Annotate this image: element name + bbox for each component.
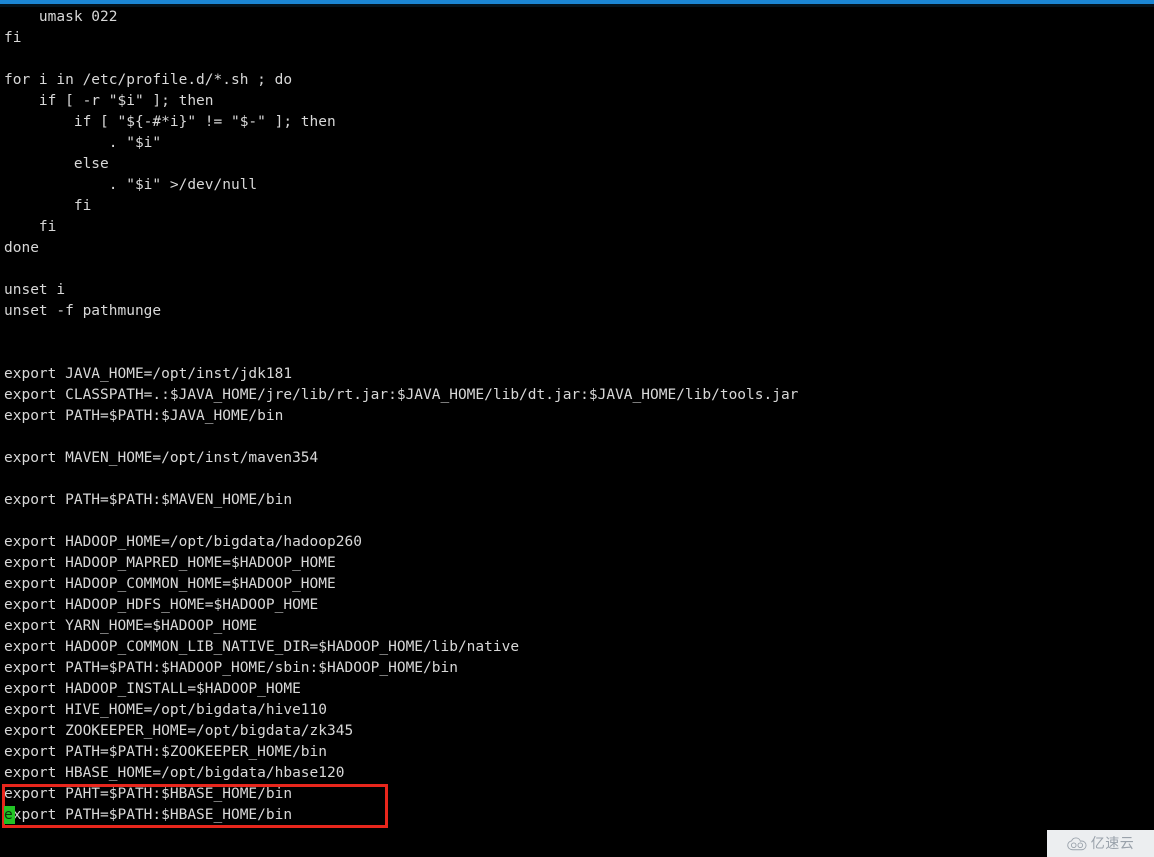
console-output: umask 022 fi for i in /etc/profile.d/*.sh… xyxy=(4,7,1150,826)
console-line: export PAHT=$PATH:$HBASE_HOME/bin xyxy=(4,786,293,802)
console-line: export CLASSPATH=.:$JAVA_HOME/jre/lib/rt… xyxy=(4,387,799,403)
console-line: export PATH=$PATH:$HBASE_HOME/bin xyxy=(4,807,293,823)
watermark-text: 亿速云 xyxy=(1090,835,1135,852)
console-line: export HADOOP_INSTALL=$HADOOP_HOME xyxy=(4,681,301,697)
console-line: if [ "${-#*i}" != "$-" ]; then xyxy=(4,114,336,130)
console-line: unset -f pathmunge xyxy=(4,303,162,319)
cloud-icon xyxy=(1067,837,1087,850)
console-line: export PATH=$PATH:$ZOOKEEPER_HOME/bin xyxy=(4,744,328,760)
terminal-text-area[interactable]: umask 022 fi for i in /etc/profile.d/*.sh… xyxy=(0,7,1154,857)
console-line: for i in /etc/profile.d/*.sh ; do xyxy=(4,72,293,88)
console-line: export YARN_HOME=$HADOOP_HOME xyxy=(4,618,258,634)
console-line: export JAVA_HOME=/opt/inst/jdk181 xyxy=(4,366,293,382)
console-line: export HADOOP_COMMON_LIB_NATIVE_DIR=$HAD… xyxy=(4,639,520,655)
console-line: done xyxy=(4,240,39,256)
console-line: export MAVEN_HOME=/opt/inst/maven354 xyxy=(4,450,319,466)
console-line: umask 022 xyxy=(4,9,118,25)
console-line: export PATH=$PATH:$HADOOP_HOME/sbin:$HAD… xyxy=(4,660,458,676)
console-line: . "$i" xyxy=(4,135,162,151)
console-line: fi xyxy=(4,198,92,214)
console-line: fi xyxy=(4,30,22,46)
console-line: . "$i" >/dev/null xyxy=(4,177,258,193)
console-line: export HADOOP_COMMON_HOME=$HADOOP_HOME xyxy=(4,576,336,592)
console-line: export HBASE_HOME=/opt/bigdata/hbase120 xyxy=(4,765,345,781)
console-line: unset i xyxy=(4,282,66,298)
watermark: 亿速云 xyxy=(1047,830,1154,857)
text-cursor-character: e xyxy=(4,807,13,823)
console-line: export HADOOP_HDFS_HOME=$HADOOP_HOME xyxy=(4,597,319,613)
console-line: if [ -r "$i" ]; then xyxy=(4,93,214,109)
terminal-window: umask 022 fi for i in /etc/profile.d/*.sh… xyxy=(0,0,1154,857)
console-line: export HIVE_HOME=/opt/bigdata/hive110 xyxy=(4,702,328,718)
console-line: export HADOOP_MAPRED_HOME=$HADOOP_HOME xyxy=(4,555,336,571)
console-line: else xyxy=(4,156,109,172)
console-line: export PATH=$PATH:$JAVA_HOME/bin xyxy=(4,408,284,424)
console-line: export HADOOP_HOME=/opt/bigdata/hadoop26… xyxy=(4,534,362,550)
console-line: export ZOOKEEPER_HOME=/opt/bigdata/zk345 xyxy=(4,723,354,739)
console-line: export PATH=$PATH:$MAVEN_HOME/bin xyxy=(4,492,293,508)
console-line: fi xyxy=(4,219,57,235)
